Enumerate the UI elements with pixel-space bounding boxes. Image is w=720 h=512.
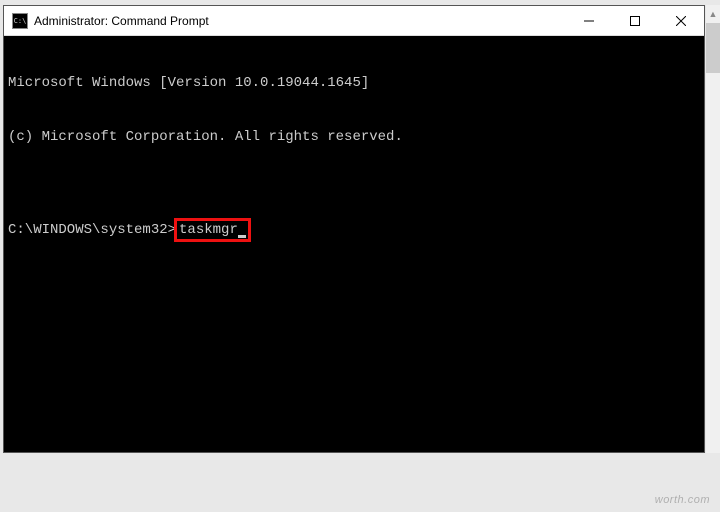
cursor-icon <box>238 235 246 238</box>
window-controls <box>566 6 704 35</box>
minimize-button[interactable] <box>566 6 612 35</box>
command-prompt-window: C:\ Administrator: Command Prompt Micros… <box>3 5 705 453</box>
watermark-text: worth.com <box>655 494 710 506</box>
terminal-output-line: (c) Microsoft Corporation. All rights re… <box>8 128 700 146</box>
cmd-icon: C:\ <box>12 13 28 29</box>
prompt-text: C:\WINDOWS\system32> <box>8 221 176 239</box>
scroll-thumb[interactable] <box>706 23 720 73</box>
vertical-scrollbar[interactable]: ▲ <box>706 5 720 453</box>
terminal-output-line: Microsoft Windows [Version 10.0.19044.16… <box>8 74 700 92</box>
terminal-area[interactable]: Microsoft Windows [Version 10.0.19044.16… <box>4 36 704 452</box>
command-line: C:\WINDOWS\system32>taskmgr <box>8 218 700 242</box>
titlebar[interactable]: C:\ Administrator: Command Prompt <box>4 6 704 36</box>
command-highlight: taskmgr <box>174 218 251 242</box>
scroll-up-icon[interactable]: ▲ <box>706 5 720 23</box>
close-button[interactable] <box>658 6 704 35</box>
typed-command: taskmgr <box>179 222 238 238</box>
maximize-button[interactable] <box>612 6 658 35</box>
window-title: Administrator: Command Prompt <box>34 14 566 28</box>
